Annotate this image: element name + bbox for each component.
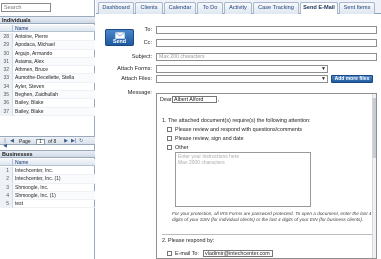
businesses-header: Businesses	[0, 150, 95, 158]
tab-dashboard[interactable]: Dashboard	[98, 2, 134, 14]
table-row[interactable]: 33 Aumothe-Decellette, Stella	[0, 74, 95, 83]
individuals-list: 28 Antoine, Pierre 29 Apodaca, Michael 30 A…	[0, 33, 95, 116]
table-row[interactable]: 5 test	[0, 200, 95, 209]
attach-forms-select[interactable]: ▼	[156, 65, 328, 73]
tab-to-do[interactable]: To Do	[197, 2, 223, 14]
send-label: Send	[112, 39, 127, 45]
tab-case-tracking[interactable]: Case Tracking	[253, 2, 299, 14]
checkbox-email-to[interactable]	[167, 251, 172, 256]
email-to-label: E-mail To:	[175, 251, 199, 257]
name-column-label: Name	[15, 26, 29, 32]
cc-label: Cc:	[143, 40, 152, 46]
tab-sent-items[interactable]: Sent Items	[339, 2, 375, 14]
dear-text: Dear	[160, 97, 172, 103]
name-column-label: Name	[15, 160, 29, 166]
message-label: Message:	[127, 90, 152, 96]
checkbox-review-sign[interactable]	[167, 136, 172, 141]
table-row[interactable]: 34 Ayler, Steven	[0, 82, 95, 92]
option-other: Other	[175, 145, 189, 151]
refresh-icon[interactable]: ↻	[79, 139, 83, 144]
email-to-field[interactable]: vladimir@intechcenter.com	[203, 250, 273, 257]
table-row[interactable]: 32 Athmen, Bruce	[0, 66, 95, 75]
tab-clients[interactable]: Clients	[135, 2, 163, 14]
next-page-icon[interactable]: ▶	[64, 139, 68, 144]
attach-forms-label: Attach Forms:	[117, 66, 152, 72]
individuals-column-header[interactable]: Name	[0, 25, 95, 32]
password-note: For your protection, all IRS Forms are p…	[172, 211, 372, 222]
to-label: To:	[144, 27, 152, 33]
page-input[interactable]: 1	[36, 138, 45, 145]
table-row[interactable]: 37 Bailey, Blake	[0, 107, 95, 116]
table-row[interactable]: 3 Shmoogle, Inc.	[0, 183, 95, 192]
table-row[interactable]: 4 Shmoogle, Inc. (1)	[0, 191, 95, 201]
prev-page-icon[interactable]: ◀	[10, 139, 14, 144]
table-row[interactable]: 1 Intechcenter, Inc.	[0, 167, 95, 176]
subject-field[interactable]: Max 200 characters	[156, 53, 377, 61]
envelope-icon	[114, 32, 125, 39]
option-review-respond: Please review and respond with questions…	[175, 127, 303, 133]
tab-activity[interactable]: Activity	[224, 2, 252, 14]
table-row[interactable]: 36 Bailey, Blake	[0, 99, 95, 108]
message-scrollbar[interactable]	[372, 94, 376, 258]
page-label: Page	[19, 139, 31, 145]
table-row[interactable]: 31 Asiama, Alex	[0, 57, 95, 67]
option-review-sign: Please review, sign and date	[175, 136, 244, 142]
first-page-icon[interactable]: |◀	[3, 139, 7, 149]
table-row[interactable]: 28 Antoine, Pierre	[0, 33, 95, 42]
add-more-files-button[interactable]: Add more files	[331, 75, 373, 83]
checkbox-other[interactable]	[167, 145, 172, 150]
message-editor[interactable]: Dear Albert Alford , 1. The attached doc…	[156, 93, 377, 259]
tab-bar: Dashboard Clients Calendar To Do Activit…	[96, 0, 381, 15]
attach-files-label: Attach Files:	[121, 76, 152, 82]
search-input[interactable]	[1, 3, 51, 12]
table-row[interactable]: 2 Intechcenter, Inc. (1)	[0, 175, 95, 184]
subject-label: Subject:	[131, 54, 152, 60]
left-panel: Individuals Name 28Antoine, Pierre 29Apo…	[0, 0, 95, 259]
app-window: Individuals Name 28Antoine, Pierre 29Apo…	[0, 0, 381, 259]
businesses-list: 1 Intechcenter, Inc. 2 Intechcenter, Inc. …	[0, 167, 95, 209]
divider	[162, 234, 372, 235]
last-page-icon[interactable]: ▶|	[71, 139, 76, 144]
send-email-form: Send To: Cc: Subject: Max 200 characters…	[96, 14, 381, 259]
cc-field[interactable]	[156, 39, 377, 47]
checkbox-review-respond[interactable]	[167, 127, 172, 132]
individuals-header: Individuals	[0, 16, 95, 24]
chevron-down-icon: ▼	[321, 66, 326, 72]
table-row[interactable]: 35 Beghen, Zaidhullah	[0, 91, 95, 100]
instructions-textarea[interactable]: Enter your instructions here Max 2000 ch…	[175, 152, 311, 207]
chevron-down-icon: ▼	[321, 76, 326, 82]
attention-heading: 1. The attached document(s) require(s) t…	[162, 118, 311, 124]
table-row[interactable]: 30 Argujo, Armando	[0, 49, 95, 58]
recipient-name[interactable]: Albert Alford	[172, 96, 217, 103]
attach-files-select[interactable]: ▼	[156, 75, 328, 83]
respond-heading: 2. Please respond by:	[162, 238, 215, 244]
table-row[interactable]: 29 Apodaca, Michael	[0, 41, 95, 50]
pager: |◀ ◀ Page 1 of 8 ▶ ▶| ↻	[0, 136, 95, 149]
to-field[interactable]	[156, 26, 377, 34]
businesses-column-header[interactable]: Name	[0, 159, 95, 166]
page-count: of 8	[48, 139, 57, 145]
tab-calendar[interactable]: Calendar	[164, 2, 196, 14]
send-button[interactable]: Send	[105, 29, 134, 46]
